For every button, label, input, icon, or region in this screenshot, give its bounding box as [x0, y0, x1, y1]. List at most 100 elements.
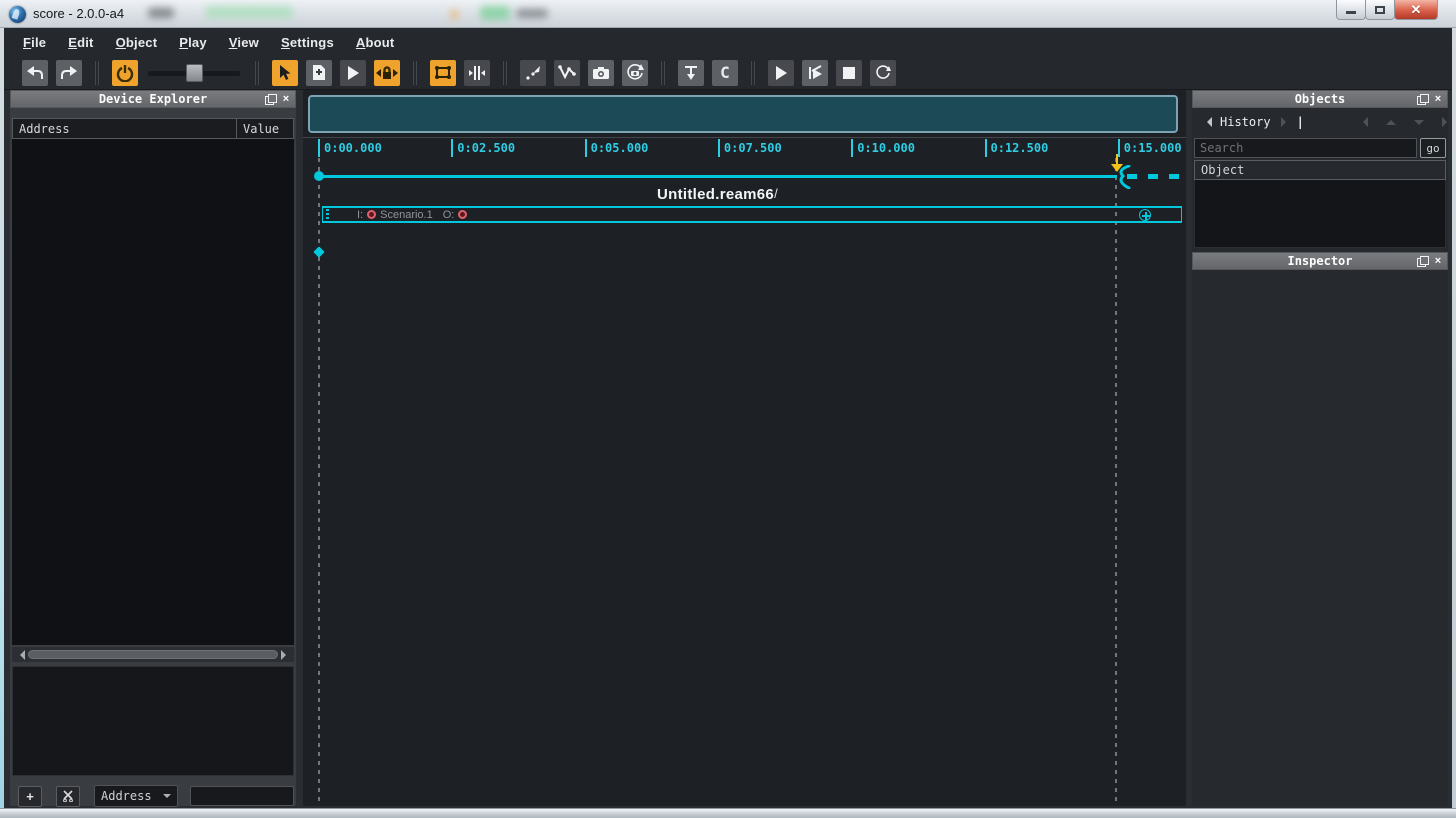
toolbar-separator [95, 60, 99, 85]
close-button[interactable]: ✕ [1394, 0, 1438, 20]
menu-item-object[interactable]: Object [105, 30, 169, 55]
trigger-tool-button[interactable] [678, 59, 704, 86]
refresh-rate-slider[interactable] [148, 60, 240, 86]
record-automation-button[interactable] [622, 59, 648, 86]
nav-right-icon[interactable] [1441, 117, 1452, 127]
taskbar-blur-blob [480, 6, 510, 20]
window-frame-right [1452, 28, 1456, 808]
float-panel-icon[interactable] [264, 93, 277, 105]
chevron-down-icon [163, 794, 171, 802]
state-marker[interactable] [313, 246, 325, 258]
document-plus-icon [313, 65, 325, 80]
remove-node-button[interactable] [56, 785, 80, 807]
menu-item-about[interactable]: About [345, 30, 406, 55]
nav-left-icon[interactable] [1358, 117, 1368, 127]
device-explorer-footer: + Address [12, 784, 294, 808]
close-panel-icon[interactable]: × [1432, 255, 1444, 267]
play-from-here-button[interactable] [802, 59, 828, 86]
device-explorer-panel: Device Explorer × Address Value + Addres… [10, 90, 296, 808]
process-slot[interactable]: I: Scenario.1 O: [322, 206, 1182, 223]
undo-button[interactable] [22, 59, 48, 86]
redo-button[interactable] [56, 59, 82, 86]
play-icon [776, 65, 787, 80]
scroll-right-icon[interactable] [281, 649, 291, 660]
enable-listening-button[interactable] [112, 59, 138, 86]
device-tree-body[interactable] [12, 139, 294, 645]
add-device-button[interactable]: + [18, 785, 42, 807]
curve-edit-button[interactable] [554, 59, 580, 86]
device-explorer-title: Device Explorer [98, 92, 208, 106]
slot-drag-handle-icon[interactable] [326, 209, 329, 220]
time-ruler[interactable]: 0:00.000 0:02.500 0:05.000 0:07.500 0:10.000… [303, 137, 1186, 157]
history-label: History [1220, 115, 1271, 129]
dropdown-value: Address [101, 789, 152, 803]
process-title[interactable]: Scenario.1 [380, 209, 433, 221]
menu-item-play[interactable]: Play [168, 30, 218, 55]
search-go-button[interactable]: go [1420, 138, 1446, 158]
rubber-band-select-button[interactable] [430, 59, 456, 86]
output-port-icon[interactable] [458, 210, 468, 219]
transport-stop-button[interactable] [836, 59, 862, 86]
play-tool-button[interactable] [340, 59, 366, 86]
nav-down-icon[interactable] [1413, 119, 1424, 130]
scrollbar-handle[interactable] [28, 650, 278, 659]
scenario-canvas[interactable]: 0:00.000 0:02.500 0:05.000 0:07.500 0:10.000… [303, 90, 1186, 806]
objects-panel-titlebar[interactable]: Objects × [1192, 90, 1448, 108]
close-panel-icon[interactable]: × [1432, 93, 1444, 105]
sequence-lock-button[interactable] [374, 59, 400, 86]
interval-line[interactable] [319, 175, 1117, 178]
inspector-panel-titlebar[interactable]: Inspector × [1192, 252, 1448, 270]
polyline-icon [558, 65, 576, 80]
create-tool-button[interactable] [306, 59, 332, 86]
input-port-icon[interactable] [367, 210, 377, 219]
camera-icon [593, 66, 609, 79]
interval-name[interactable]: Untitled.ream66/ [318, 186, 1117, 203]
address-type-dropdown[interactable]: Address [94, 785, 178, 807]
device-messages-area[interactable] [12, 666, 294, 776]
scale-mode-button[interactable] [520, 59, 546, 86]
play-tool-icon [348, 65, 359, 80]
minimize-button[interactable] [1336, 0, 1366, 20]
history-cursor: | [1296, 115, 1304, 129]
scissors-icon [63, 790, 73, 802]
object-list-header[interactable]: Object [1194, 160, 1446, 180]
add-process-icon[interactable] [1139, 209, 1151, 221]
float-panel-icon[interactable] [1416, 255, 1429, 267]
undo-icon [27, 65, 43, 79]
device-tree-hscrollbar[interactable] [12, 647, 294, 662]
toolbar-separator [503, 60, 507, 85]
float-panel-icon[interactable] [1416, 93, 1429, 105]
menu-item-view[interactable]: View [218, 30, 270, 55]
object-list[interactable] [1194, 180, 1446, 248]
column-header-address[interactable]: Address [13, 119, 237, 138]
power-icon [116, 64, 134, 82]
transport-play-button[interactable] [768, 59, 794, 86]
play-from-bar-icon [809, 64, 822, 79]
reinitialize-button[interactable] [870, 59, 896, 86]
selection-rect-icon [435, 66, 451, 79]
cursor-arrow-icon [280, 65, 291, 80]
snapshot-button[interactable] [588, 59, 614, 86]
search-input[interactable] [1194, 138, 1417, 158]
scroll-left-icon[interactable] [15, 649, 25, 660]
toolbar-separator [661, 60, 665, 85]
history-back-icon[interactable] [1202, 117, 1212, 127]
taskbar-blur-blob [450, 10, 459, 19]
history-forward-icon[interactable] [1280, 117, 1291, 127]
menu-item-file[interactable]: File [12, 30, 57, 55]
address-value-input[interactable] [190, 786, 294, 806]
column-header-value[interactable]: Value [237, 119, 293, 138]
select-tool-button[interactable] [272, 59, 298, 86]
menu-item-edit[interactable]: Edit [57, 30, 104, 55]
device-explorer-titlebar[interactable]: Device Explorer × [10, 90, 296, 108]
timeline-minimap[interactable] [308, 95, 1178, 133]
maximize-button[interactable] [1365, 0, 1395, 20]
redo-icon [61, 65, 77, 79]
menu-item-settings[interactable]: Settings [270, 30, 345, 55]
split-tool-button[interactable] [464, 59, 490, 86]
window-titlebar[interactable]: score - 2.0.0-a4 ✕ [0, 0, 1456, 28]
nav-up-icon[interactable] [1385, 115, 1396, 125]
condition-tool-button[interactable]: C [712, 59, 738, 86]
close-panel-icon[interactable]: × [280, 93, 292, 105]
slider-handle[interactable] [186, 63, 203, 82]
